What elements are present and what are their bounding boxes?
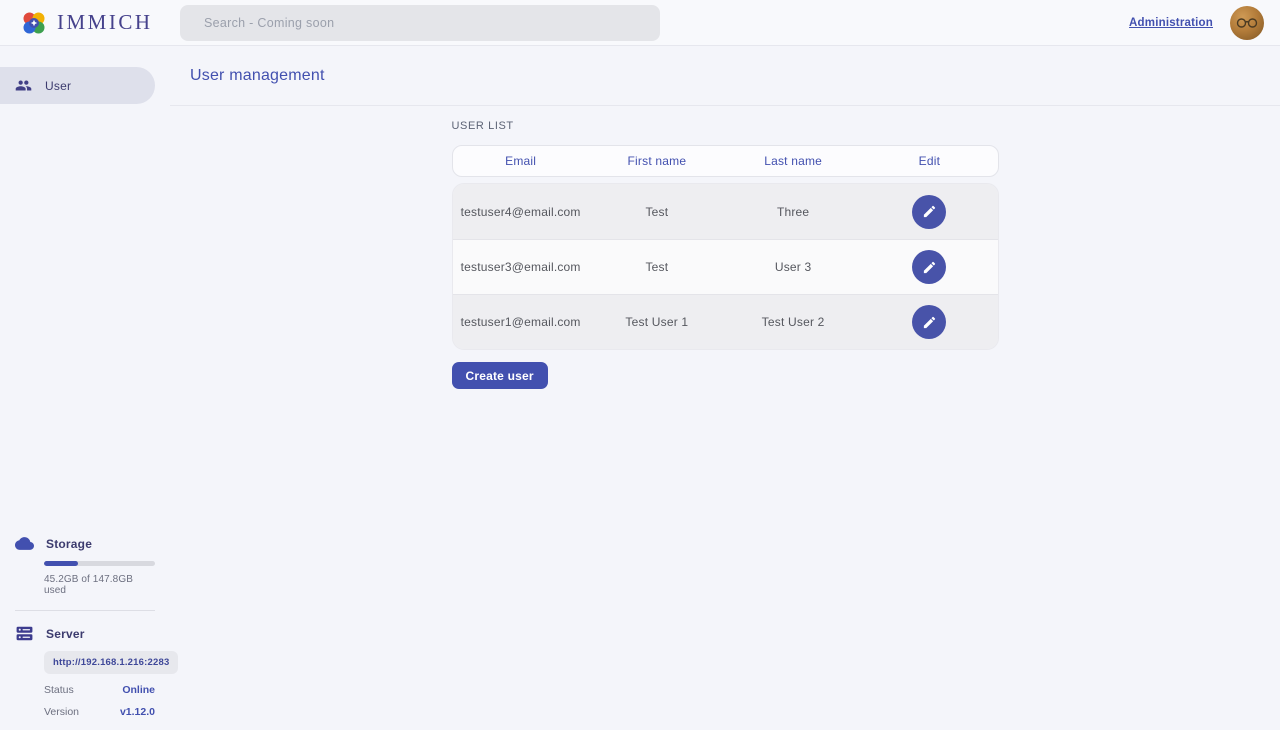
server-version-row: Version v1.12.0 xyxy=(44,706,155,718)
cloud-icon xyxy=(15,534,34,553)
cell-first-name: Test User 1 xyxy=(589,315,725,329)
storage-title: Storage xyxy=(46,537,92,551)
sidebar-footer: Storage 45.2GB of 147.8GB used xyxy=(0,534,170,718)
server-title: Server xyxy=(46,627,85,641)
storage-progress-fill xyxy=(44,561,78,566)
main-header: User management xyxy=(170,46,1280,106)
user-table-body: testuser4@email.com Test Three testuser3… xyxy=(452,183,999,350)
server-status-row: Status Online xyxy=(44,684,155,696)
glasses-photo-icon xyxy=(1236,17,1258,29)
status-value: Online xyxy=(122,684,155,696)
table-row: testuser4@email.com Test Three xyxy=(453,184,998,239)
cell-email: testuser4@email.com xyxy=(453,205,589,219)
column-header-first-name: First name xyxy=(589,154,725,168)
cell-first-name: Test xyxy=(589,260,725,274)
cell-email: testuser3@email.com xyxy=(453,260,589,274)
column-header-last-name: Last name xyxy=(725,154,861,168)
column-header-email: Email xyxy=(453,154,589,168)
edit-user-button[interactable] xyxy=(912,250,946,284)
create-user-button[interactable]: Create user xyxy=(452,362,548,389)
pencil-icon xyxy=(922,260,937,275)
sidebar-item-user[interactable]: User xyxy=(0,67,155,104)
administration-link[interactable]: Administration xyxy=(1129,17,1213,29)
user-avatar[interactable] xyxy=(1230,6,1264,40)
version-label: Version xyxy=(44,706,79,718)
brand-name: IMMICH xyxy=(57,10,153,35)
storage-progress-bar xyxy=(44,561,155,566)
cell-first-name: Test xyxy=(589,205,725,219)
cell-email: testuser1@email.com xyxy=(453,315,589,329)
sidebar-item-user-label: User xyxy=(45,79,71,93)
brand[interactable]: IMMICH xyxy=(20,9,180,37)
user-table-header: Email First name Last name Edit xyxy=(452,145,999,177)
version-value: v1.12.0 xyxy=(120,706,155,718)
server-icon xyxy=(15,624,34,643)
main-area: User management USER LIST Email First na… xyxy=(170,46,1280,730)
sidebar: User Storage 45.2GB of 147.8GB used xyxy=(0,46,170,730)
sidebar-divider xyxy=(15,610,155,611)
page-title: User management xyxy=(190,67,325,85)
status-label: Status xyxy=(44,684,74,696)
cell-last-name: Test User 2 xyxy=(725,315,861,329)
search-input[interactable] xyxy=(180,5,660,41)
user-list-label: USER LIST xyxy=(452,120,999,132)
users-icon xyxy=(15,77,32,94)
cell-last-name: Three xyxy=(725,205,861,219)
table-row: testuser1@email.com Test User 1 Test Use… xyxy=(453,294,998,349)
storage-usage-text: 45.2GB of 147.8GB used xyxy=(44,574,155,596)
server-url-chip: http://192.168.1.216:2283 xyxy=(44,651,178,674)
top-bar: IMMICH Administration xyxy=(0,0,1280,46)
table-row: testuser3@email.com Test User 3 xyxy=(453,239,998,294)
cell-last-name: User 3 xyxy=(725,260,861,274)
pencil-icon xyxy=(922,204,937,219)
column-header-edit: Edit xyxy=(861,154,997,168)
pencil-icon xyxy=(922,315,937,330)
edit-user-button[interactable] xyxy=(912,305,946,339)
edit-user-button[interactable] xyxy=(912,195,946,229)
immich-logo-icon xyxy=(20,9,48,37)
